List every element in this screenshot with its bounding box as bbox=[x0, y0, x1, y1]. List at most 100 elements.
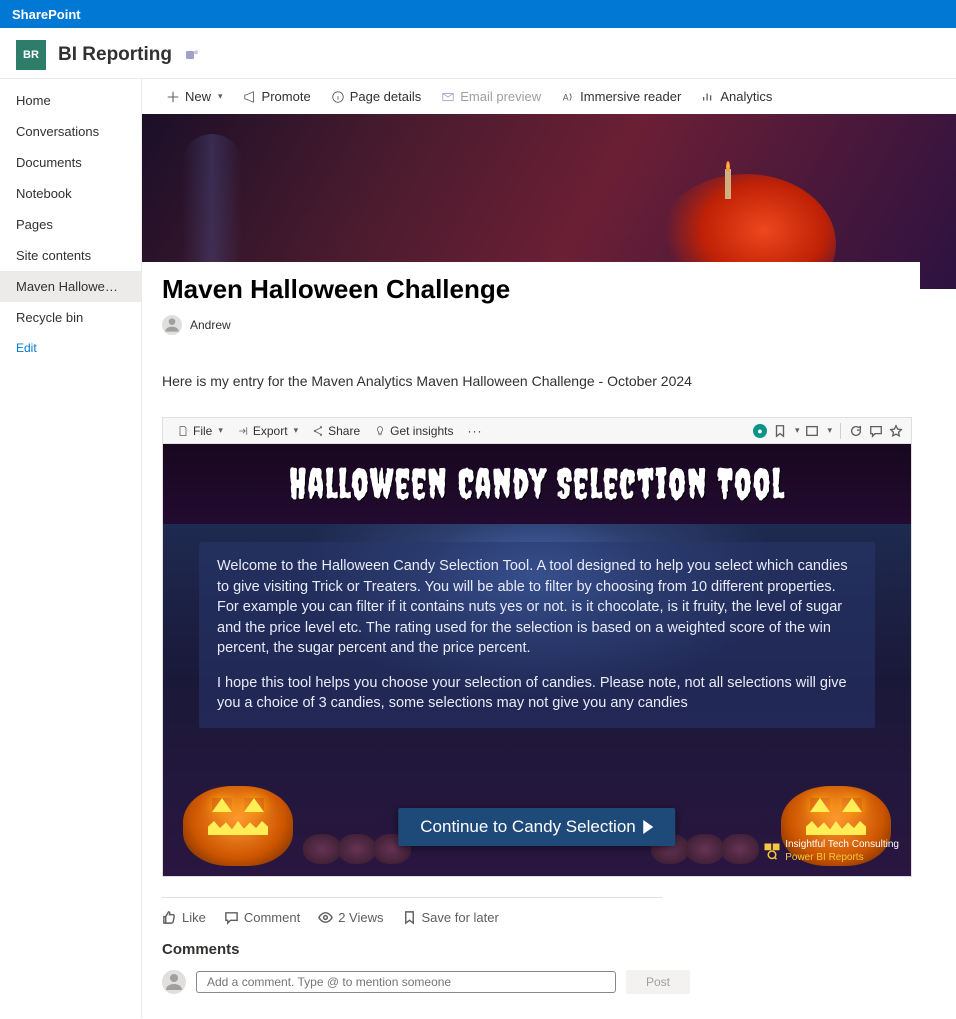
powerbi-embed: File ▾ Export ▾ Share Get insights bbox=[162, 417, 912, 877]
nav-recycle-bin[interactable]: Recycle bin bbox=[0, 302, 141, 333]
export-icon bbox=[237, 425, 249, 437]
analytics-button[interactable]: Analytics bbox=[693, 85, 780, 108]
social-bar: Like Comment 2 Views Save for later bbox=[162, 897, 662, 935]
like-icon bbox=[162, 910, 177, 925]
lightbulb-icon bbox=[374, 425, 386, 437]
like-label: Like bbox=[182, 910, 206, 925]
nav-conversations[interactable]: Conversations bbox=[0, 116, 141, 147]
comment-input[interactable] bbox=[196, 971, 616, 993]
teams-icon[interactable] bbox=[184, 47, 200, 63]
nav-notebook[interactable]: Notebook bbox=[0, 178, 141, 209]
brand-line2: Power BI Reports bbox=[785, 851, 899, 864]
comments-header: Comments bbox=[162, 935, 936, 970]
pumpkin-left-graphic bbox=[183, 776, 293, 866]
pbi-status-indicator[interactable]: ● bbox=[753, 424, 767, 438]
comment-icon bbox=[224, 910, 239, 925]
email-preview-button[interactable]: Email preview bbox=[433, 85, 549, 108]
pbi-export-button[interactable]: Export ▾ bbox=[231, 422, 304, 440]
main-region: New ▾ Promote Page details Email preview… bbox=[142, 78, 956, 1018]
chevron-down-icon: ▾ bbox=[218, 425, 223, 436]
powerbi-toolbar: File ▾ Export ▾ Share Get insights bbox=[163, 418, 911, 444]
nav-home[interactable]: Home bbox=[0, 85, 141, 116]
pbi-file-button[interactable]: File ▾ bbox=[171, 422, 229, 440]
pbi-more-button[interactable]: ··· bbox=[462, 424, 489, 438]
bookmark-icon[interactable] bbox=[773, 424, 787, 438]
brand-line1: Insightful Tech Consulting bbox=[785, 838, 899, 851]
save-label: Save for later bbox=[422, 910, 499, 925]
pbi-export-label: Export bbox=[253, 424, 288, 438]
chevron-down-icon: ▾ bbox=[294, 425, 299, 436]
nav-site-contents[interactable]: Site contents bbox=[0, 240, 141, 271]
analytics-icon bbox=[701, 90, 715, 104]
mail-icon bbox=[441, 90, 455, 104]
new-button[interactable]: New ▾ bbox=[158, 85, 231, 108]
eye-icon bbox=[318, 910, 333, 925]
views-label: 2 Views bbox=[338, 910, 383, 925]
page-details-button[interactable]: Page details bbox=[323, 85, 430, 108]
svg-text:A: A bbox=[563, 92, 569, 102]
nav-maven-challenge[interactable]: Maven Halloween Challe… bbox=[0, 271, 141, 302]
report-title-bar: Halloween Candy Selection Tool bbox=[163, 444, 911, 524]
nav-documents[interactable]: Documents bbox=[0, 147, 141, 178]
email-preview-label: Email preview bbox=[460, 89, 541, 104]
report-scene: Welcome to the Halloween Candy Selection… bbox=[163, 524, 911, 876]
post-button[interactable]: Post bbox=[626, 970, 690, 994]
immersive-label: Immersive reader bbox=[580, 89, 681, 104]
share-icon bbox=[312, 425, 324, 437]
immersive-reader-button[interactable]: A Immersive reader bbox=[553, 85, 689, 108]
left-navigation: Home Conversations Documents Notebook Pa… bbox=[0, 78, 142, 1018]
command-bar: New ▾ Promote Page details Email preview… bbox=[142, 78, 956, 114]
play-icon bbox=[644, 820, 654, 834]
suite-nav-bar: SharePoint bbox=[0, 0, 956, 28]
reader-icon: A bbox=[561, 90, 575, 104]
report-para1: Welcome to the Halloween Candy Selection… bbox=[217, 556, 857, 659]
comment-label: Comment bbox=[244, 910, 300, 925]
pbi-insights-label: Get insights bbox=[390, 424, 453, 438]
nav-pages[interactable]: Pages bbox=[0, 209, 141, 240]
divider bbox=[840, 423, 841, 439]
product-name[interactable]: SharePoint bbox=[12, 7, 81, 22]
author-name[interactable]: Andrew bbox=[190, 318, 231, 332]
chevron-down-icon[interactable]: ▾ bbox=[827, 425, 832, 436]
views-count: 2 Views bbox=[318, 910, 383, 925]
star-icon[interactable] bbox=[889, 424, 903, 438]
pbi-file-label: File bbox=[193, 424, 212, 438]
report-intro-textbox: Welcome to the Halloween Candy Selection… bbox=[199, 542, 875, 728]
chevron-down-icon: ▾ bbox=[218, 91, 223, 102]
view-icon[interactable] bbox=[805, 424, 819, 438]
promote-label: Promote bbox=[262, 89, 311, 104]
like-button[interactable]: Like bbox=[162, 910, 206, 925]
page-title: Maven Halloween Challenge bbox=[162, 270, 900, 305]
bookmark-icon bbox=[402, 910, 417, 925]
analytics-label: Analytics bbox=[720, 89, 772, 104]
pbi-share-label: Share bbox=[328, 424, 360, 438]
powerbi-report-canvas[interactable]: Halloween Candy Selection Tool Welcome t… bbox=[163, 444, 911, 876]
brand-icon bbox=[763, 842, 781, 860]
intro-text: Here is my entry for the Maven Analytics… bbox=[162, 355, 936, 417]
comment-form: Post bbox=[162, 970, 936, 1018]
report-para2: I hope this tool helps you choose your s… bbox=[217, 673, 857, 714]
nav-edit-link[interactable]: Edit bbox=[0, 333, 141, 363]
continue-label: Continue to Candy Selection bbox=[420, 817, 635, 837]
candle-graphic bbox=[725, 169, 731, 199]
promote-button[interactable]: Promote bbox=[235, 85, 319, 108]
title-card: Maven Halloween Challenge bbox=[142, 262, 920, 305]
plus-icon bbox=[166, 90, 180, 104]
chevron-down-icon[interactable]: ▾ bbox=[795, 425, 800, 436]
byline: Andrew bbox=[142, 305, 956, 355]
file-icon bbox=[177, 425, 189, 437]
continue-button[interactable]: Continue to Candy Selection bbox=[398, 808, 675, 846]
site-logo[interactable]: BR bbox=[16, 40, 46, 70]
author-avatar[interactable] bbox=[162, 315, 182, 335]
pbi-share-button[interactable]: Share bbox=[306, 422, 366, 440]
report-title: Halloween Candy Selection Tool bbox=[289, 460, 784, 508]
megaphone-icon bbox=[243, 90, 257, 104]
save-button[interactable]: Save for later bbox=[402, 910, 499, 925]
refresh-icon[interactable] bbox=[849, 424, 863, 438]
page-details-label: Page details bbox=[350, 89, 422, 104]
comment-button[interactable]: Comment bbox=[224, 910, 300, 925]
pbi-insights-button[interactable]: Get insights bbox=[368, 422, 459, 440]
current-user-avatar bbox=[162, 970, 186, 994]
comment-icon[interactable] bbox=[869, 424, 883, 438]
site-title[interactable]: BI Reporting bbox=[58, 44, 172, 66]
